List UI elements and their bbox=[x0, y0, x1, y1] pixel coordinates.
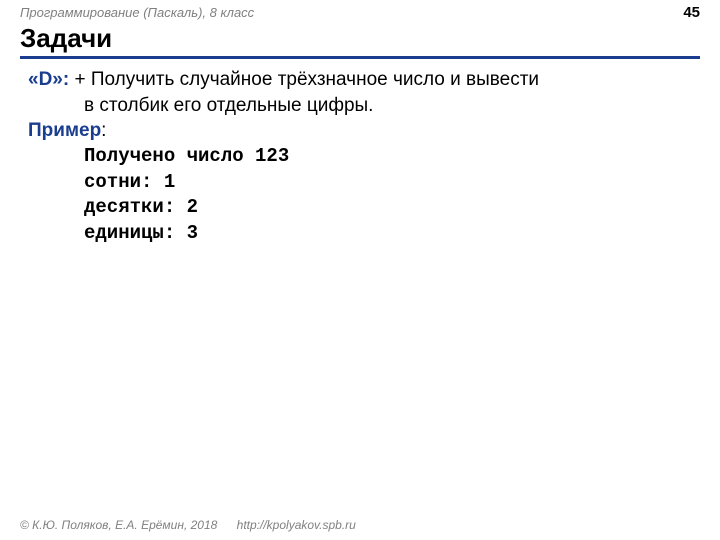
example-header: Пример: bbox=[28, 118, 692, 144]
code-line: десятки: 2 bbox=[28, 195, 692, 221]
copyright-text: © К.Ю. Поляков, Е.А. Ерёмин, 2018 bbox=[20, 518, 217, 532]
task-description: «D»: + Получить случайное трёхзначное чи… bbox=[28, 67, 692, 93]
code-line: Получено число 123 bbox=[28, 144, 692, 170]
task-text-line2: в столбик его отдельные цифры. bbox=[28, 93, 692, 119]
content-area: «D»: + Получить случайное трёхзначное чи… bbox=[0, 59, 720, 246]
task-label: «D»: bbox=[28, 69, 69, 90]
page-title: Задачи bbox=[20, 23, 700, 59]
title-section: Задачи bbox=[0, 23, 720, 59]
task-text-line1: + Получить случайное трёхзначное число и… bbox=[69, 69, 539, 90]
footer-url: http://kpolyakov.spb.ru bbox=[237, 518, 356, 532]
example-colon: : bbox=[101, 120, 106, 141]
footer: © К.Ю. Поляков, Е.А. Ерёмин, 2018 http:/… bbox=[20, 518, 356, 532]
example-label: Пример bbox=[28, 120, 101, 141]
course-title: Программирование (Паскаль), 8 класс bbox=[20, 5, 254, 20]
code-line: сотни: 1 bbox=[28, 170, 692, 196]
code-line: единицы: 3 bbox=[28, 221, 692, 247]
page-number: 45 bbox=[683, 4, 700, 21]
header-bar: Программирование (Паскаль), 8 класс 45 bbox=[0, 0, 720, 23]
